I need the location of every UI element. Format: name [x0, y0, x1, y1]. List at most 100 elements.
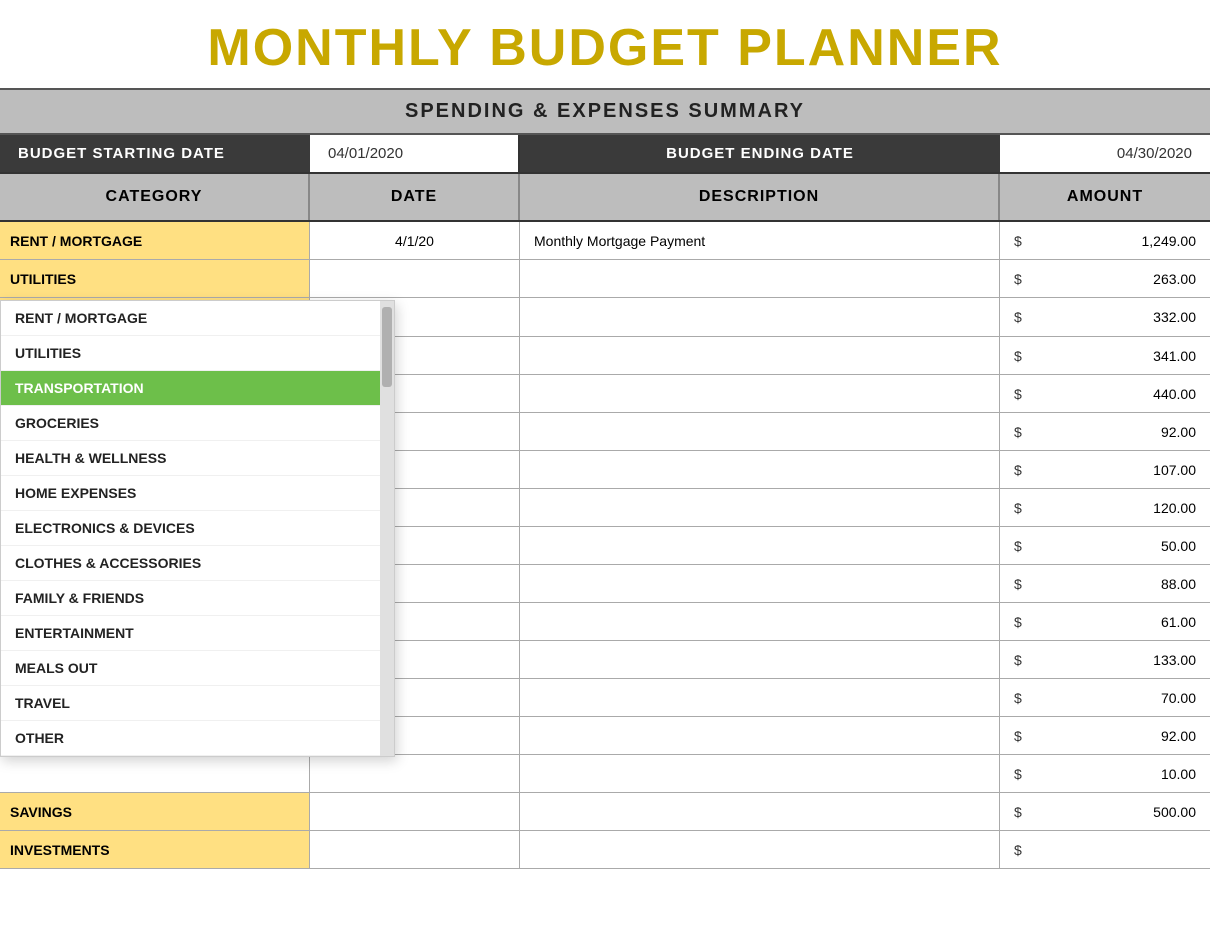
dropdown-item[interactable]: RENT / MORTGAGE — [1, 301, 380, 336]
cell-description[interactable] — [520, 755, 1000, 792]
cell-date[interactable] — [310, 755, 520, 792]
amount-value: 263.00 — [1026, 271, 1196, 287]
cell-amount[interactable]: $440.00 — [1000, 375, 1210, 412]
dollar-sign: $ — [1014, 576, 1022, 592]
th-date: DATE — [310, 174, 520, 220]
dropdown-item[interactable]: ELECTRONICS & DEVICES — [1, 511, 380, 546]
cell-amount[interactable]: $70.00 — [1000, 679, 1210, 716]
cell-description[interactable] — [520, 489, 1000, 526]
th-description: DESCRIPTION — [520, 174, 1000, 220]
subtitle-bar: SPENDING & EXPENSES SUMMARY — [0, 88, 1210, 135]
dropdown-item[interactable]: FAMILY & FRIENDS — [1, 581, 380, 616]
dollar-sign: $ — [1014, 690, 1022, 706]
cell-description[interactable] — [520, 337, 1000, 374]
amount-value: 440.00 — [1026, 386, 1196, 402]
dollar-sign: $ — [1014, 652, 1022, 668]
amount-value: 1,249.00 — [1026, 233, 1196, 249]
cell-amount[interactable]: $1,249.00 — [1000, 222, 1210, 259]
table-row: INVESTMENTS $ — [0, 831, 1210, 869]
table-header: CATEGORY DATE DESCRIPTION AMOUNT — [0, 174, 1210, 222]
page-title: MONTHLY BUDGET PLANNER — [0, 0, 1210, 88]
table-row: $10.00 — [0, 755, 1210, 793]
table-body: RENT / MORTGAGE4/1/20Monthly Mortgage Pa… — [0, 222, 1210, 869]
dollar-sign: $ — [1014, 538, 1022, 554]
amount-value: 92.00 — [1026, 424, 1196, 440]
cell-description[interactable] — [520, 793, 1000, 830]
amount-value: 341.00 — [1026, 348, 1196, 364]
cell-description[interactable]: Monthly Mortgage Payment — [520, 222, 1000, 259]
cell-date[interactable]: 4/1/20 — [310, 222, 520, 259]
amount-value: 61.00 — [1026, 614, 1196, 630]
dollar-sign: $ — [1014, 309, 1022, 325]
cell-amount[interactable]: $10.00 — [1000, 755, 1210, 792]
cell-amount[interactable]: $107.00 — [1000, 451, 1210, 488]
dollar-sign: $ — [1014, 728, 1022, 744]
dropdown-item[interactable]: TRANSPORTATION — [1, 371, 380, 406]
cell-description[interactable] — [520, 375, 1000, 412]
cell-description[interactable] — [520, 565, 1000, 602]
category-text: INVESTMENTS — [10, 842, 110, 858]
cell-description[interactable] — [520, 527, 1000, 564]
cell-amount[interactable]: $61.00 — [1000, 603, 1210, 640]
dollar-sign: $ — [1014, 386, 1022, 402]
cell-amount[interactable]: $ — [1000, 831, 1210, 868]
dropdown-item[interactable]: ENTERTAINMENT — [1, 616, 380, 651]
cell-description[interactable] — [520, 679, 1000, 716]
cell-amount[interactable]: $92.00 — [1000, 717, 1210, 754]
cell-amount[interactable]: $341.00 — [1000, 337, 1210, 374]
cell-amount[interactable]: $500.00 — [1000, 793, 1210, 830]
budget-start-value[interactable]: 04/01/2020 — [310, 135, 520, 172]
cell-description[interactable] — [520, 260, 1000, 297]
dollar-sign: $ — [1014, 424, 1022, 440]
category-text: UTILITIES — [10, 271, 76, 287]
cell-date[interactable] — [310, 260, 520, 297]
cell-description[interactable] — [520, 717, 1000, 754]
amount-value: 500.00 — [1026, 804, 1196, 820]
cell-category: UTILITIES — [0, 260, 310, 297]
cell-amount[interactable]: $263.00 — [1000, 260, 1210, 297]
cell-date[interactable] — [310, 793, 520, 830]
budget-end-value[interactable]: 04/30/2020 — [1000, 135, 1210, 172]
dropdown-scrollbar[interactable] — [380, 301, 394, 756]
cell-amount[interactable]: $133.00 — [1000, 641, 1210, 678]
table-row: UTILITIES $263.00 — [0, 260, 1210, 298]
amount-value: 70.00 — [1026, 690, 1196, 706]
cell-amount[interactable]: $88.00 — [1000, 565, 1210, 602]
date-row: BUDGET STARTING DATE 04/01/2020 BUDGET E… — [0, 135, 1210, 174]
dropdown-item[interactable]: TRAVEL — [1, 686, 380, 721]
table-row: SAVINGS$500.00 — [0, 793, 1210, 831]
amount-value: 88.00 — [1026, 576, 1196, 592]
dropdown-item[interactable]: OTHER — [1, 721, 380, 756]
dropdown-item[interactable]: HOME EXPENSES — [1, 476, 380, 511]
cell-amount[interactable]: $92.00 — [1000, 413, 1210, 450]
dollar-sign: $ — [1014, 500, 1022, 516]
dropdown-item[interactable]: HEALTH & WELLNESS — [1, 441, 380, 476]
scrollbar-thumb[interactable] — [382, 307, 392, 387]
cell-description[interactable] — [520, 831, 1000, 868]
cell-description[interactable] — [520, 451, 1000, 488]
budget-end-label: BUDGET ENDING DATE — [520, 135, 1000, 172]
cell-description[interactable] — [520, 603, 1000, 640]
budget-start-label: BUDGET STARTING DATE — [0, 135, 310, 172]
cell-description[interactable] — [520, 413, 1000, 450]
cell-category: RENT / MORTGAGE — [0, 222, 310, 259]
dropdown-item[interactable]: GROCERIES — [1, 406, 380, 441]
category-dropdown[interactable]: RENT / MORTGAGEUTILITIESTRANSPORTATIONGR… — [0, 300, 395, 757]
cell-amount[interactable]: $120.00 — [1000, 489, 1210, 526]
dollar-sign: $ — [1014, 271, 1022, 287]
amount-value: 92.00 — [1026, 728, 1196, 744]
dollar-sign: $ — [1014, 766, 1022, 782]
amount-value: 120.00 — [1026, 500, 1196, 516]
cell-amount[interactable]: $50.00 — [1000, 527, 1210, 564]
amount-value: 133.00 — [1026, 652, 1196, 668]
dropdown-item[interactable]: MEALS OUT — [1, 651, 380, 686]
cell-amount[interactable]: $332.00 — [1000, 298, 1210, 336]
cell-description[interactable] — [520, 641, 1000, 678]
dropdown-item[interactable]: CLOTHES & ACCESSORIES — [1, 546, 380, 581]
cell-description[interactable] — [520, 298, 1000, 336]
cell-date[interactable] — [310, 831, 520, 868]
dollar-sign: $ — [1014, 842, 1022, 858]
dropdown-item[interactable]: UTILITIES — [1, 336, 380, 371]
dollar-sign: $ — [1014, 804, 1022, 820]
th-category: CATEGORY — [0, 174, 310, 220]
